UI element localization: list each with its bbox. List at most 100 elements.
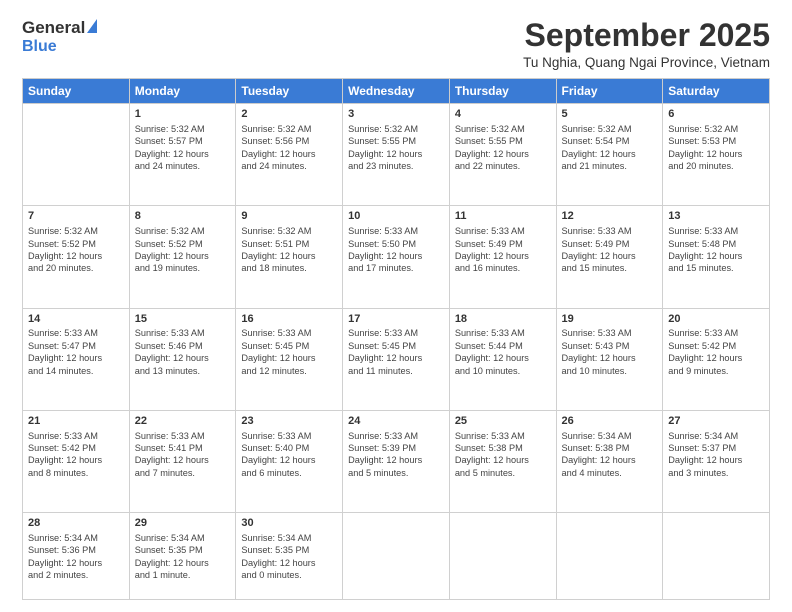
day-info: Sunrise: 5:33 AM Sunset: 5:39 PM Dayligh… <box>348 430 444 480</box>
calendar-page: General Blue September 2025 Tu Nghia, Qu… <box>0 0 792 612</box>
calendar-cell <box>23 104 130 206</box>
week-row-2: 7Sunrise: 5:32 AM Sunset: 5:52 PM Daylig… <box>23 206 770 308</box>
day-number: 11 <box>455 209 551 224</box>
day-number: 2 <box>241 107 337 122</box>
col-header-saturday: Saturday <box>663 79 770 104</box>
day-number: 30 <box>241 516 337 531</box>
calendar-cell: 21Sunrise: 5:33 AM Sunset: 5:42 PM Dayli… <box>23 410 130 512</box>
day-number: 21 <box>28 414 124 429</box>
day-info: Sunrise: 5:33 AM Sunset: 5:42 PM Dayligh… <box>28 430 124 480</box>
day-number: 16 <box>241 312 337 327</box>
day-number: 18 <box>455 312 551 327</box>
week-row-3: 14Sunrise: 5:33 AM Sunset: 5:47 PM Dayli… <box>23 308 770 410</box>
day-info: Sunrise: 5:34 AM Sunset: 5:35 PM Dayligh… <box>135 532 231 582</box>
calendar-table: SundayMondayTuesdayWednesdayThursdayFrid… <box>22 78 770 600</box>
day-number: 25 <box>455 414 551 429</box>
day-number: 23 <box>241 414 337 429</box>
week-row-1: 1Sunrise: 5:32 AM Sunset: 5:57 PM Daylig… <box>23 104 770 206</box>
calendar-cell <box>343 512 450 599</box>
calendar-cell: 3Sunrise: 5:32 AM Sunset: 5:55 PM Daylig… <box>343 104 450 206</box>
day-number: 28 <box>28 516 124 531</box>
calendar-cell: 18Sunrise: 5:33 AM Sunset: 5:44 PM Dayli… <box>449 308 556 410</box>
day-number: 9 <box>241 209 337 224</box>
logo: General Blue <box>22 18 97 56</box>
day-info: Sunrise: 5:32 AM Sunset: 5:52 PM Dayligh… <box>28 225 124 275</box>
day-number: 26 <box>562 414 658 429</box>
day-info: Sunrise: 5:33 AM Sunset: 5:49 PM Dayligh… <box>455 225 551 275</box>
day-info: Sunrise: 5:32 AM Sunset: 5:52 PM Dayligh… <box>135 225 231 275</box>
day-info: Sunrise: 5:32 AM Sunset: 5:56 PM Dayligh… <box>241 123 337 173</box>
title-block: September 2025 Tu Nghia, Quang Ngai Prov… <box>523 18 770 70</box>
header: General Blue September 2025 Tu Nghia, Qu… <box>22 18 770 70</box>
day-info: Sunrise: 5:34 AM Sunset: 5:35 PM Dayligh… <box>241 532 337 582</box>
day-info: Sunrise: 5:33 AM Sunset: 5:44 PM Dayligh… <box>455 327 551 377</box>
calendar-cell: 16Sunrise: 5:33 AM Sunset: 5:45 PM Dayli… <box>236 308 343 410</box>
calendar-cell: 25Sunrise: 5:33 AM Sunset: 5:38 PM Dayli… <box>449 410 556 512</box>
calendar-cell: 22Sunrise: 5:33 AM Sunset: 5:41 PM Dayli… <box>129 410 236 512</box>
calendar-cell: 10Sunrise: 5:33 AM Sunset: 5:50 PM Dayli… <box>343 206 450 308</box>
calendar-cell: 12Sunrise: 5:33 AM Sunset: 5:49 PM Dayli… <box>556 206 663 308</box>
day-number: 22 <box>135 414 231 429</box>
logo-general-text: General <box>22 18 85 38</box>
day-info: Sunrise: 5:33 AM Sunset: 5:41 PM Dayligh… <box>135 430 231 480</box>
calendar-cell <box>449 512 556 599</box>
day-info: Sunrise: 5:33 AM Sunset: 5:43 PM Dayligh… <box>562 327 658 377</box>
day-info: Sunrise: 5:33 AM Sunset: 5:40 PM Dayligh… <box>241 430 337 480</box>
calendar-cell: 15Sunrise: 5:33 AM Sunset: 5:46 PM Dayli… <box>129 308 236 410</box>
calendar-cell: 4Sunrise: 5:32 AM Sunset: 5:55 PM Daylig… <box>449 104 556 206</box>
day-number: 27 <box>668 414 764 429</box>
day-info: Sunrise: 5:32 AM Sunset: 5:54 PM Dayligh… <box>562 123 658 173</box>
day-number: 5 <box>562 107 658 122</box>
day-info: Sunrise: 5:33 AM Sunset: 5:42 PM Dayligh… <box>668 327 764 377</box>
day-info: Sunrise: 5:32 AM Sunset: 5:51 PM Dayligh… <box>241 225 337 275</box>
calendar-cell: 20Sunrise: 5:33 AM Sunset: 5:42 PM Dayli… <box>663 308 770 410</box>
col-header-monday: Monday <box>129 79 236 104</box>
calendar-cell: 19Sunrise: 5:33 AM Sunset: 5:43 PM Dayli… <box>556 308 663 410</box>
calendar-cell: 7Sunrise: 5:32 AM Sunset: 5:52 PM Daylig… <box>23 206 130 308</box>
calendar-cell: 24Sunrise: 5:33 AM Sunset: 5:39 PM Dayli… <box>343 410 450 512</box>
calendar-cell: 1Sunrise: 5:32 AM Sunset: 5:57 PM Daylig… <box>129 104 236 206</box>
calendar-cell: 9Sunrise: 5:32 AM Sunset: 5:51 PM Daylig… <box>236 206 343 308</box>
day-number: 13 <box>668 209 764 224</box>
day-info: Sunrise: 5:32 AM Sunset: 5:53 PM Dayligh… <box>668 123 764 173</box>
calendar-cell: 5Sunrise: 5:32 AM Sunset: 5:54 PM Daylig… <box>556 104 663 206</box>
calendar-cell: 17Sunrise: 5:33 AM Sunset: 5:45 PM Dayli… <box>343 308 450 410</box>
day-number: 6 <box>668 107 764 122</box>
calendar-cell: 26Sunrise: 5:34 AM Sunset: 5:38 PM Dayli… <box>556 410 663 512</box>
day-number: 29 <box>135 516 231 531</box>
day-number: 10 <box>348 209 444 224</box>
day-info: Sunrise: 5:33 AM Sunset: 5:45 PM Dayligh… <box>348 327 444 377</box>
calendar-cell <box>663 512 770 599</box>
col-header-tuesday: Tuesday <box>236 79 343 104</box>
col-header-thursday: Thursday <box>449 79 556 104</box>
day-info: Sunrise: 5:33 AM Sunset: 5:47 PM Dayligh… <box>28 327 124 377</box>
day-info: Sunrise: 5:34 AM Sunset: 5:37 PM Dayligh… <box>668 430 764 480</box>
logo-blue-text: Blue <box>22 38 57 56</box>
day-info: Sunrise: 5:33 AM Sunset: 5:49 PM Dayligh… <box>562 225 658 275</box>
calendar-cell: 8Sunrise: 5:32 AM Sunset: 5:52 PM Daylig… <box>129 206 236 308</box>
day-info: Sunrise: 5:32 AM Sunset: 5:57 PM Dayligh… <box>135 123 231 173</box>
col-header-wednesday: Wednesday <box>343 79 450 104</box>
day-info: Sunrise: 5:33 AM Sunset: 5:45 PM Dayligh… <box>241 327 337 377</box>
day-number: 1 <box>135 107 231 122</box>
day-number: 17 <box>348 312 444 327</box>
day-number: 12 <box>562 209 658 224</box>
day-info: Sunrise: 5:33 AM Sunset: 5:50 PM Dayligh… <box>348 225 444 275</box>
col-header-friday: Friday <box>556 79 663 104</box>
day-number: 8 <box>135 209 231 224</box>
calendar-cell: 6Sunrise: 5:32 AM Sunset: 5:53 PM Daylig… <box>663 104 770 206</box>
calendar-cell: 2Sunrise: 5:32 AM Sunset: 5:56 PM Daylig… <box>236 104 343 206</box>
calendar-cell: 14Sunrise: 5:33 AM Sunset: 5:47 PM Dayli… <box>23 308 130 410</box>
month-title: September 2025 <box>523 18 770 53</box>
week-row-5: 28Sunrise: 5:34 AM Sunset: 5:36 PM Dayli… <box>23 512 770 599</box>
day-number: 4 <box>455 107 551 122</box>
calendar-cell: 29Sunrise: 5:34 AM Sunset: 5:35 PM Dayli… <box>129 512 236 599</box>
day-number: 15 <box>135 312 231 327</box>
day-info: Sunrise: 5:34 AM Sunset: 5:38 PM Dayligh… <box>562 430 658 480</box>
day-info: Sunrise: 5:33 AM Sunset: 5:48 PM Dayligh… <box>668 225 764 275</box>
day-info: Sunrise: 5:32 AM Sunset: 5:55 PM Dayligh… <box>348 123 444 173</box>
calendar-cell: 27Sunrise: 5:34 AM Sunset: 5:37 PM Dayli… <box>663 410 770 512</box>
day-info: Sunrise: 5:33 AM Sunset: 5:38 PM Dayligh… <box>455 430 551 480</box>
logo-triangle-icon <box>87 19 97 33</box>
day-number: 24 <box>348 414 444 429</box>
